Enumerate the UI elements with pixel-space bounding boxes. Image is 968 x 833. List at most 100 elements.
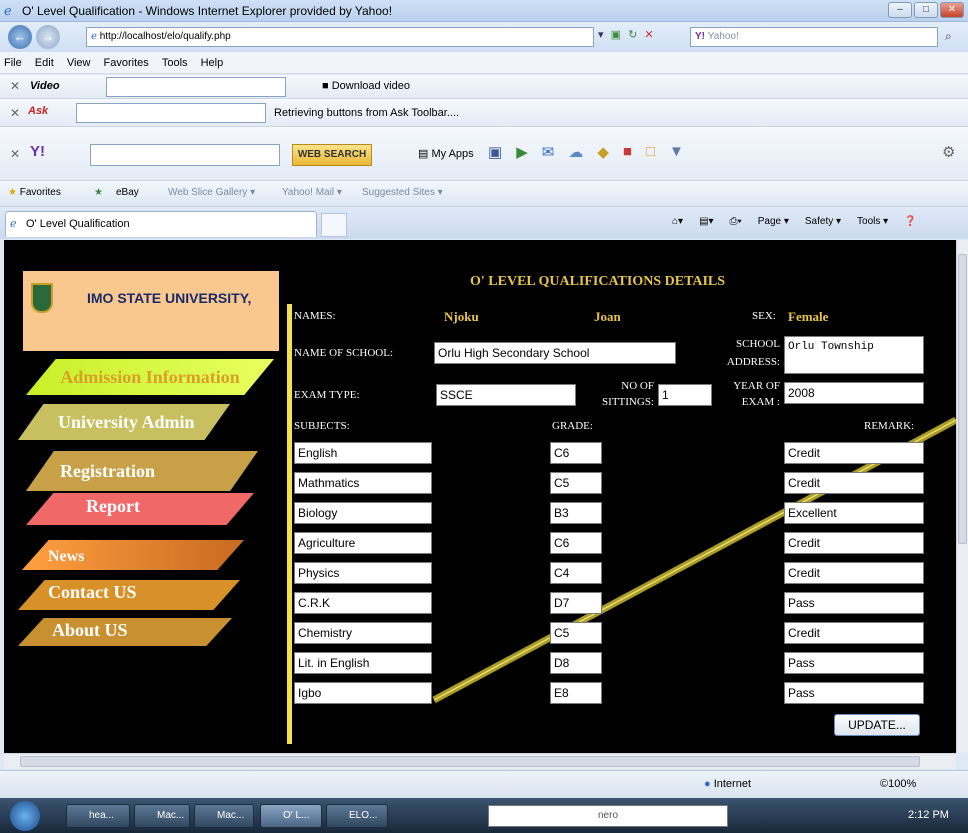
grade-input[interactable]: C4 [550,562,602,584]
subject-input[interactable]: Physics [294,562,432,584]
ebay-icon[interactable]: ■ [623,143,632,161]
menu-edit[interactable]: Edit [35,52,54,74]
favorites-button[interactable]: ★ Favorites [8,187,61,198]
remark-input[interactable]: Pass [784,682,924,704]
url-input[interactable]: ℯ http://localhost/elo/qualify.php [86,27,594,47]
print-icon[interactable]: ⎙▾ [730,216,742,227]
nav-news[interactable]: News [22,540,244,570]
nero-search-box[interactable]: nero [488,805,728,827]
search-icon[interactable]: ⌕ [945,29,952,44]
grade-input[interactable]: C6 [550,532,602,554]
horizontal-scrollbar[interactable] [4,753,956,769]
fav-web-slice[interactable]: Web Slice Gallery ▾ [168,187,255,198]
task-item[interactable]: ELO... [326,804,388,828]
remark-input[interactable]: Pass [784,592,924,614]
tab-active[interactable]: ℯ O' Level Qualification [5,211,317,237]
close-toolbar-icon[interactable]: ✕ [10,147,20,161]
nav-report[interactable]: Report [26,493,254,525]
remark-input[interactable]: Excellent [784,502,924,524]
notes-icon[interactable]: □ [646,143,655,161]
nav-registration[interactable]: Registration [26,451,258,491]
grade-input[interactable]: C5 [550,472,602,494]
zoom-level[interactable]: ©100% [880,778,916,790]
remark-input[interactable]: Credit [784,472,924,494]
menu-help[interactable]: Help [201,52,224,74]
add-favorite-icon[interactable]: ★ [94,187,103,198]
grade-input[interactable]: C6 [550,442,602,464]
remark-input[interactable]: Credit [784,562,924,584]
yahoo-search-input[interactable] [90,144,280,166]
refresh-icon[interactable]: ↻ [628,29,637,41]
maximize-button[interactable]: □ [914,2,938,18]
nav-contact-us[interactable]: Contact US [18,580,240,610]
close-button[interactable]: ✕ [940,2,964,18]
back-button[interactable]: ← [8,25,32,49]
dropdown-icon[interactable]: ▾ [598,29,604,41]
task-item[interactable]: O' L... [260,804,322,828]
compat-icon[interactable]: ▣ [611,29,621,41]
subject-input[interactable]: Lit. in English [294,652,432,674]
remark-input[interactable]: Credit [784,532,924,554]
school-input[interactable]: Orlu High Secondary School [434,342,676,364]
home-icon[interactable]: ⌂▾ [672,216,683,227]
video-search-input[interactable] [106,77,286,97]
minimize-button[interactable]: – [888,2,912,18]
menu-file[interactable]: File [4,52,22,74]
grade-input[interactable]: D8 [550,652,602,674]
help-icon[interactable]: ❓ [904,216,916,227]
menu-tools[interactable]: Tools [162,52,188,74]
close-toolbar-icon[interactable]: ✕ [10,79,20,93]
menu-view[interactable]: View [67,52,91,74]
settings-gear-icon[interactable]: ⚙ [942,143,955,161]
grade-input[interactable]: C5 [550,622,602,644]
fav-suggested-sites[interactable]: Suggested Sites ▾ [362,187,443,198]
subject-input[interactable]: Igbo [294,682,432,704]
download-video-button[interactable]: ■ Download video [322,80,410,92]
feeds-icon[interactable]: ▤▾ [699,216,713,227]
grade-input[interactable]: E8 [550,682,602,704]
search-input[interactable]: Y! Yahoo! [690,27,938,47]
hscroll-thumb[interactable] [20,756,920,767]
subject-input[interactable]: C.R.K [294,592,432,614]
scroll-thumb[interactable] [958,254,967,544]
cmd-page[interactable]: Page ▾ [758,216,789,227]
subject-input[interactable]: Mathmatics [294,472,432,494]
fav-ebay[interactable]: eBay [116,187,139,198]
grade-input[interactable]: D7 [550,592,602,614]
remark-input[interactable]: Credit [784,442,924,464]
update-button[interactable]: UPDATE... [834,714,920,736]
cmd-safety[interactable]: Safety ▾ [805,216,841,227]
year-input[interactable]: 2008 [784,382,924,404]
forward-button[interactable]: → [36,25,60,49]
school-address-textarea[interactable]: Orlu Township [784,336,924,374]
remark-input[interactable]: Pass [784,652,924,674]
task-item[interactable]: Mac... [134,804,190,828]
close-toolbar-icon[interactable]: ✕ [10,106,20,120]
subject-input[interactable]: Biology [294,502,432,524]
games-icon[interactable]: ◆ [597,143,609,161]
subject-input[interactable]: Chemistry [294,622,432,644]
weather-icon[interactable]: ☁ [568,143,583,161]
mail-icon[interactable]: ✉ [542,143,555,161]
remark-input[interactable]: Credit [784,622,924,644]
task-item[interactable]: Mac... [194,804,254,828]
my-apps-button[interactable]: ▤ My Apps [418,147,474,160]
task-item[interactable]: hea... [66,804,130,828]
subject-input[interactable]: Agriculture [294,532,432,554]
web-search-button[interactable]: WEB SEARCH [292,144,372,166]
cmd-tools[interactable]: Tools ▾ [857,216,888,227]
video-label[interactable]: Video [30,80,60,92]
sittings-input[interactable]: 1 [658,384,712,406]
exam-type-input[interactable]: SSCE [436,384,576,406]
vertical-scrollbar[interactable] [956,240,968,753]
fav-yahoo-mail[interactable]: Yahoo! Mail ▾ [282,187,342,198]
nav-admission-information[interactable]: Admission Information [26,359,274,395]
new-tab-button[interactable] [321,213,347,237]
nav-about-us[interactable]: About US [18,618,232,646]
facebook-icon[interactable]: ▣ [488,143,502,161]
ask-search-input[interactable] [76,103,266,123]
menu-favorites[interactable]: Favorites [104,52,149,74]
grade-input[interactable]: B3 [550,502,602,524]
sports-icon[interactable]: ▶ [516,143,528,161]
start-button[interactable] [10,801,40,831]
